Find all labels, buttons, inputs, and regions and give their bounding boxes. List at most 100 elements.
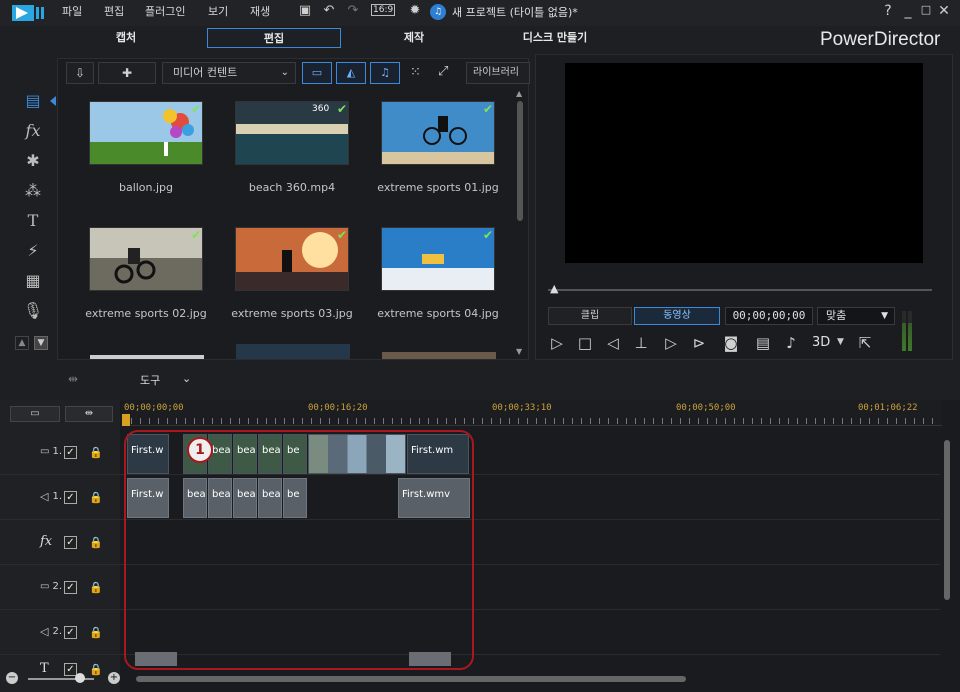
lock-icon[interactable]: 🔒 xyxy=(89,491,103,504)
audio-mixing-icon[interactable]: ▦ xyxy=(22,270,44,292)
zoom-in-icon[interactable]: + xyxy=(108,672,120,684)
enlarge-icon[interactable]: ⤢ xyxy=(438,64,448,79)
library-item-label: extreme sports 02.jpg xyxy=(85,307,207,320)
chevron-down-icon[interactable]: ▼ xyxy=(837,337,844,347)
track-enable-checkbox[interactable]: ✓ xyxy=(64,536,77,549)
app-window: 파일 편집 플러그인 보기 재생 ▣ ↶ ↷ 16:9 ✹ ♫ 새 프로젝트 (… xyxy=(0,0,960,692)
lock-icon[interactable]: 🔒 xyxy=(89,446,103,459)
tools-menu[interactable]: 도구 xyxy=(140,372,160,388)
scrollbar-thumb[interactable] xyxy=(136,676,686,682)
scroll-down-icon[interactable]: ▼ xyxy=(516,347,522,356)
track-enable-checkbox[interactable]: ✓ xyxy=(64,446,77,459)
split-icon[interactable]: ⊥ xyxy=(630,333,652,353)
lock-icon[interactable]: 🔒 xyxy=(89,581,103,594)
pip-room-icon[interactable]: ✱ xyxy=(22,150,44,172)
fit-timeline-icon[interactable]: ⇹ xyxy=(65,406,113,422)
media-content-dropdown[interactable]: 미디어 컨텐트 ⌄ xyxy=(162,62,296,84)
tab-capture[interactable]: 캡처 xyxy=(64,28,188,48)
grid-view-icon[interactable]: ⁙ xyxy=(410,65,421,80)
stop-icon[interactable]: □ xyxy=(574,333,596,353)
plugin-icon[interactable]: ✚ xyxy=(98,62,156,84)
lock-icon[interactable]: 🔒 xyxy=(89,536,103,549)
notification-icon[interactable]: ♫ xyxy=(430,4,446,20)
timeline-ruler[interactable]: 00;00;00;00 00;00;16;20 00;00;33;10 00;0… xyxy=(122,400,942,426)
help-button[interactable]: ? xyxy=(880,3,896,19)
subtitle-icon[interactable]: ▤ xyxy=(752,333,774,353)
next-frame-icon[interactable]: ▷ xyxy=(660,333,682,353)
chevron-down-icon: ⌄ xyxy=(280,67,289,78)
title-bar: 파일 편집 플러그인 보기 재생 ▣ ↶ ↷ 16:9 ✹ ♫ 새 프로젝트 (… xyxy=(0,0,960,26)
playhead[interactable] xyxy=(122,414,130,426)
scrubber-handle[interactable]: ▲ xyxy=(550,282,560,295)
media-room-icon[interactable]: ▤ xyxy=(22,90,44,112)
track-enable-checkbox[interactable]: ✓ xyxy=(64,491,77,504)
transition-room-icon[interactable]: ⚡ xyxy=(22,240,44,262)
snapshot-icon[interactable]: ◙ xyxy=(720,333,742,353)
undo-icon[interactable]: ↶ xyxy=(320,3,338,19)
timeline-vertical-scrollbar[interactable] xyxy=(942,428,952,668)
title-room-icon[interactable]: T xyxy=(22,210,44,232)
movie-mode-tab[interactable]: 동영상 xyxy=(634,307,720,325)
play-icon[interactable]: ▷ xyxy=(546,333,568,353)
image-filter-icon[interactable]: ◭ xyxy=(336,62,366,84)
ruler-label: 00;00;16;20 xyxy=(308,403,368,413)
minimize-button[interactable]: _ xyxy=(900,3,916,19)
360-badge: 360 xyxy=(312,104,330,114)
save-icon[interactable]: ▣ xyxy=(296,3,314,19)
thumbnail xyxy=(235,101,349,165)
track-enable-checkbox[interactable]: ✓ xyxy=(64,626,77,639)
particle-room-icon[interactable]: ⁂ xyxy=(22,180,44,202)
library-item-label: ballon.jpg xyxy=(118,181,174,194)
timeline-horizontal-scrollbar[interactable] xyxy=(126,674,936,684)
fx-room-icon[interactable]: fx xyxy=(22,120,44,142)
close-button[interactable]: ✕ xyxy=(936,3,952,19)
scroll-up-icon[interactable]: ▲ xyxy=(15,336,29,350)
library-menu-button[interactable]: 라이브러리 xyxy=(466,62,530,84)
settings-icon[interactable]: ✹ xyxy=(406,3,424,19)
volume-icon[interactable]: ♪ xyxy=(780,333,802,353)
lock-icon[interactable]: 🔒 xyxy=(89,626,103,639)
timecode-display[interactable]: 00;00;00;00 xyxy=(725,307,813,325)
scrollbar-thumb[interactable] xyxy=(517,101,523,221)
fast-forward-icon[interactable]: ⊳ xyxy=(688,333,710,353)
restore-button[interactable]: □ xyxy=(918,3,934,16)
3d-mode-button[interactable]: 3D xyxy=(812,335,830,350)
tab-disc[interactable]: 디스크 만들기 xyxy=(490,28,620,48)
preview-scrubber[interactable] xyxy=(548,289,932,291)
video-filter-icon[interactable]: ▭ xyxy=(302,62,332,84)
menu-playback[interactable]: 재생 xyxy=(250,3,270,19)
audio-filter-icon[interactable]: ♫ xyxy=(370,62,400,84)
clip-mode-tab[interactable]: 클립 xyxy=(548,307,632,325)
snap-icon[interactable]: ⇹ xyxy=(68,372,78,386)
import-media-icon[interactable]: ⇩ xyxy=(66,62,94,84)
video-track-icon: ▭ xyxy=(40,446,50,457)
menu-view[interactable]: 보기 xyxy=(208,3,228,19)
track-manager-icon[interactable]: ▭ xyxy=(10,406,60,422)
voice-over-icon[interactable]: 🎙 xyxy=(22,300,44,322)
lock-icon[interactable]: 🔒 xyxy=(89,663,103,676)
timeline-toolbar: ⇹ 도구 ⌄ xyxy=(0,368,960,396)
scrollbar-thumb[interactable] xyxy=(944,440,950,600)
menu-file[interactable]: 파일 xyxy=(62,3,82,19)
aspect-ratio-dropdown[interactable]: 16:9 xyxy=(371,4,396,16)
scroll-up-icon[interactable]: ▲ xyxy=(516,89,522,98)
library-item-label: extreme sports 04.jpg xyxy=(377,307,499,320)
audio-track-icon: ◁ xyxy=(40,625,49,638)
undock-icon[interactable]: ⇱ xyxy=(854,333,876,353)
track-enable-checkbox[interactable]: ✓ xyxy=(64,581,77,594)
chevron-down-icon[interactable]: ⌄ xyxy=(182,372,191,385)
zoom-fit-dropdown[interactable]: 맞춤 ▼ xyxy=(817,307,895,325)
tab-produce[interactable]: 제작 xyxy=(352,28,476,48)
ruler-label: 00;00;33;10 xyxy=(492,403,552,413)
zoom-out-icon[interactable]: − xyxy=(6,672,18,684)
previous-frame-icon[interactable]: ◁ xyxy=(602,333,624,353)
scroll-down-icon[interactable]: ▼ xyxy=(34,336,48,350)
menu-edit[interactable]: 편집 xyxy=(104,3,124,19)
chevron-down-icon: ▼ xyxy=(881,311,888,321)
redo-icon[interactable]: ↷ xyxy=(344,3,362,19)
zoom-slider-handle[interactable] xyxy=(75,673,85,683)
menu-plugins[interactable]: 플러그인 xyxy=(145,3,185,19)
library-scrollbar[interactable]: ▲ ▼ xyxy=(516,89,524,357)
volume-meter xyxy=(902,311,914,351)
tab-edit[interactable]: 편집 xyxy=(207,28,341,48)
